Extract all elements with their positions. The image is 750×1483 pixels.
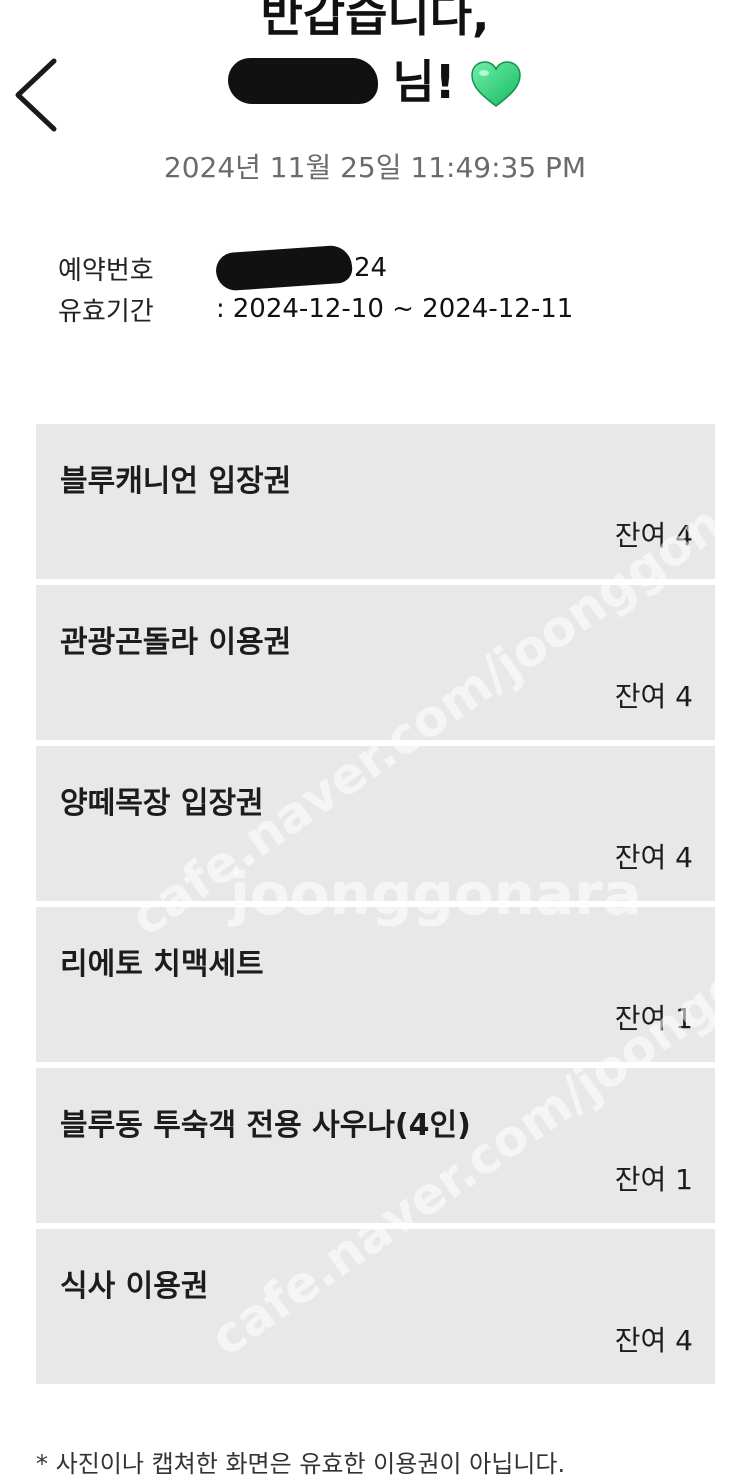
validity-period-row: 유효기간 :2024-12-10 ~ 2024-12-11 (58, 291, 573, 327)
ticket-remaining: 잔여 1 (614, 1163, 693, 1196)
ticket-card[interactable]: 블루동 투숙객 전용 사우나(4인) 잔여 1 (36, 1068, 715, 1223)
ticket-name: 블루캐니언 입장권 (60, 464, 292, 499)
ticket-card[interactable]: 양떼목장 입장권 잔여 4 (36, 746, 715, 901)
ticket-name: 관광곤돌라 이용권 (60, 625, 292, 660)
reservation-number-label: 예약번호 (58, 255, 154, 286)
ticket-name: 블루동 투숙객 전용 사우나(4인) (60, 1108, 471, 1143)
ticket-remaining: 잔여 4 (614, 841, 693, 874)
reservation-number-value: 24 (214, 244, 388, 292)
greeting-title: 반갑습니다, (260, 0, 490, 42)
reservation-number-suffix: 24 (354, 253, 388, 283)
green-heart-icon (470, 60, 522, 115)
ticket-card[interactable]: 리에토 치맥세트 잔여 1 (36, 907, 715, 1062)
greeting-suffix: 님! (392, 55, 456, 109)
capture-warning-notice: * 사진이나 캡쳐한 화면은 유효한 이용권이 아닙니다. (36, 1450, 566, 1478)
issued-timestamp: 2024년 11월 25일 11:49:35 PM (163, 151, 587, 184)
validity-dates: 2024-12-10 ~ 2024-12-11 (232, 294, 574, 324)
ticket-name: 식사 이용권 (60, 1269, 209, 1304)
validity-period-label: 유효기간 (58, 296, 154, 327)
ticket-remaining: 잔여 1 (614, 1002, 693, 1035)
reservation-number-row: 예약번호 24 (58, 244, 388, 292)
validity-period-value: :2024-12-10 ~ 2024-12-11 (216, 294, 573, 324)
redacted-user-name (228, 58, 379, 104)
ticket-remaining: 잔여 4 (614, 680, 693, 713)
validity-separator: : (216, 294, 225, 324)
ticket-name: 리에토 치맥세트 (60, 947, 264, 982)
greeting-name-line: 님! (0, 58, 750, 115)
ticket-card[interactable]: 블루캐니언 입장권 잔여 4 (36, 424, 715, 579)
ticket-remaining: 잔여 4 (614, 1324, 693, 1357)
ticket-name: 양떼목장 입장권 (60, 786, 264, 821)
ticket-list: 블루캐니언 입장권 잔여 4 관광곤돌라 이용권 잔여 4 양떼목장 입장권 잔… (36, 424, 715, 1390)
ticket-card[interactable]: 식사 이용권 잔여 4 (36, 1229, 715, 1384)
ticket-card[interactable]: 관광곤돌라 이용권 잔여 4 (36, 585, 715, 740)
redacted-reservation-number (214, 244, 354, 292)
ticket-remaining: 잔여 4 (614, 519, 693, 552)
